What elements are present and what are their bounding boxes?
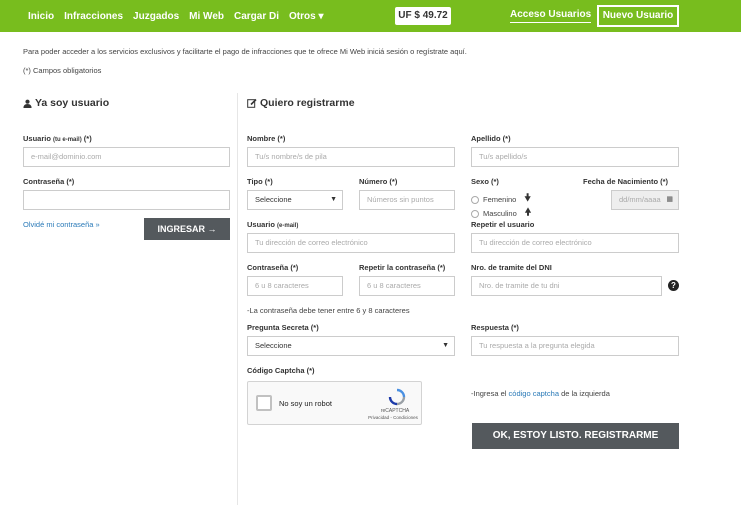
nav-juzgados[interactable]: Juzgados (133, 11, 179, 22)
nuevo-usuario-button[interactable]: Nuevo Usuario (597, 5, 679, 27)
register-usuario-label: Usuario (e-mail) (247, 220, 298, 229)
login-email-input[interactable]: e-mail@dominio.com (23, 147, 230, 167)
fecha-input[interactable]: dd/mm/aaaa ▦ (611, 190, 679, 210)
sexo-label: Sexo (*) (471, 177, 499, 186)
masculino-radio[interactable] (471, 209, 479, 218)
login-password-input[interactable] (23, 190, 230, 210)
uf-value-badge: UF $ 49.72 (395, 7, 451, 25)
tipo-select[interactable]: Seleccione ▼ (247, 190, 343, 210)
main-nav: Inicio Infracciones Juzgados Mi Web Carg… (28, 0, 333, 32)
pregunta-label: Pregunta Secreta (*) (247, 323, 319, 332)
repetir-password-input[interactable]: 6 u 8 caracteres (359, 276, 455, 296)
login-usuario-label-text: Usuario (23, 134, 51, 143)
masculino-text: Masculino (483, 209, 517, 218)
nav-otros-dropdown[interactable]: Otros ▾ (289, 11, 323, 22)
pregunta-select-value: Seleccione (255, 341, 292, 350)
forgot-password-link[interactable]: Olvidé mi contraseña » (23, 220, 100, 229)
ingresar-button[interactable]: INGRESAR → (144, 218, 230, 240)
respuesta-label: Respuesta (*) (471, 323, 519, 332)
login-password-label: Contraseña (*) (23, 177, 75, 186)
fecha-placeholder: dd/mm/aaaa (619, 195, 661, 204)
fecha-label: Fecha de Nacimiento (*) (583, 177, 669, 186)
login-usuario-sub: (tu e-mail) (53, 137, 82, 143)
intro-text: Para poder acceder a los servicios exclu… (23, 47, 467, 56)
column-divider (237, 93, 238, 505)
nav-mi-web[interactable]: Mi Web (189, 11, 224, 22)
captcha-hint-suffix: de la izquierda (561, 389, 610, 398)
edit-icon (247, 98, 257, 108)
captcha-hint: -Ingresa el código captcha de la izquier… (471, 389, 610, 398)
acceso-usuarios-link[interactable]: Acceso Usuarios (510, 9, 592, 23)
nombre-label: Nombre (*) (247, 134, 286, 143)
respuesta-input[interactable]: Tu respuesta a la pregunta elegida (471, 336, 679, 356)
login-heading: Ya soy usuario (23, 97, 109, 109)
numero-label: Número (*) (359, 177, 398, 186)
captcha-label: Código Captcha (*) (247, 366, 315, 375)
femenino-radio[interactable] (471, 195, 479, 204)
recaptcha-checkbox[interactable] (256, 395, 272, 411)
numero-input[interactable]: Números sin puntos (359, 190, 455, 210)
tramite-input[interactable]: Nro. de tramite de tu dni (471, 276, 662, 296)
nav-inicio[interactable]: Inicio (28, 11, 54, 22)
register-heading: Quiero registrarme (247, 97, 355, 109)
tipo-select-value: Seleccione (255, 195, 292, 204)
chevron-down-icon: ▼ (330, 196, 337, 203)
repetir-email-input[interactable]: Tu dirección de correo electrónico (471, 233, 679, 253)
login-usuario-label: Usuario (tu e-mail) (*) (23, 134, 92, 143)
apellido-label: Apellido (*) (471, 134, 511, 143)
repetir-usuario-label: Repetir el usuario (471, 220, 535, 229)
nav-infracciones[interactable]: Infracciones (64, 11, 123, 22)
nav-cargar-di[interactable]: Cargar Di (234, 11, 279, 22)
recaptcha-text: No soy un robot (279, 399, 332, 408)
register-email-input[interactable]: Tu dirección de correo electrónico (247, 233, 455, 253)
tramite-label: Nro. de tramite del DNI (471, 263, 552, 272)
register-password-input[interactable]: 6 u 8 caracteres (247, 276, 343, 296)
captcha-hint-link[interactable]: código captcha (509, 389, 559, 398)
user-icon (23, 99, 32, 108)
password-hint: -La contraseña debe tener entre 6 y 8 ca… (247, 306, 410, 315)
nombre-input[interactable]: Tu/s nombre/s de pila (247, 147, 455, 167)
repetir-password-label: Repetir la contraseña (*) (359, 263, 446, 272)
login-usuario-req: (*) (83, 134, 92, 143)
recaptcha-widget: No soy un robot reCAPTCHA Privacidad - C… (247, 381, 422, 425)
registrarme-button[interactable]: OK, ESTOY LISTO. REGISTRARME (472, 423, 679, 449)
tipo-label: Tipo (*) (247, 177, 273, 186)
login-heading-text: Ya soy usuario (35, 97, 110, 109)
recaptcha-logo-icon (388, 388, 406, 406)
register-heading-text: Quiero registrarme (260, 97, 355, 109)
required-note: (*) Campos obligatorios (23, 66, 102, 75)
pregunta-select[interactable]: Seleccione ▼ (247, 336, 455, 356)
register-usuario-sub: (e-mail) (277, 223, 299, 229)
calendar-icon[interactable]: ▦ (666, 191, 673, 209)
captcha-hint-prefix: -Ingresa el (471, 389, 507, 398)
recaptcha-terms[interactable]: Privacidad - Condiciones (364, 415, 422, 420)
femenino-text: Femenino (483, 195, 517, 204)
chevron-down-icon: ▼ (442, 342, 449, 349)
help-icon[interactable]: ? (668, 280, 679, 291)
recaptcha-brand: reCAPTCHA (380, 408, 410, 414)
top-navbar: Inicio Infracciones Juzgados Mi Web Carg… (0, 0, 741, 32)
apellido-input[interactable]: Tu/s apellido/s (471, 147, 679, 167)
register-usuario-label-text: Usuario (247, 220, 275, 229)
register-password-label: Contraseña (*) (247, 263, 299, 272)
